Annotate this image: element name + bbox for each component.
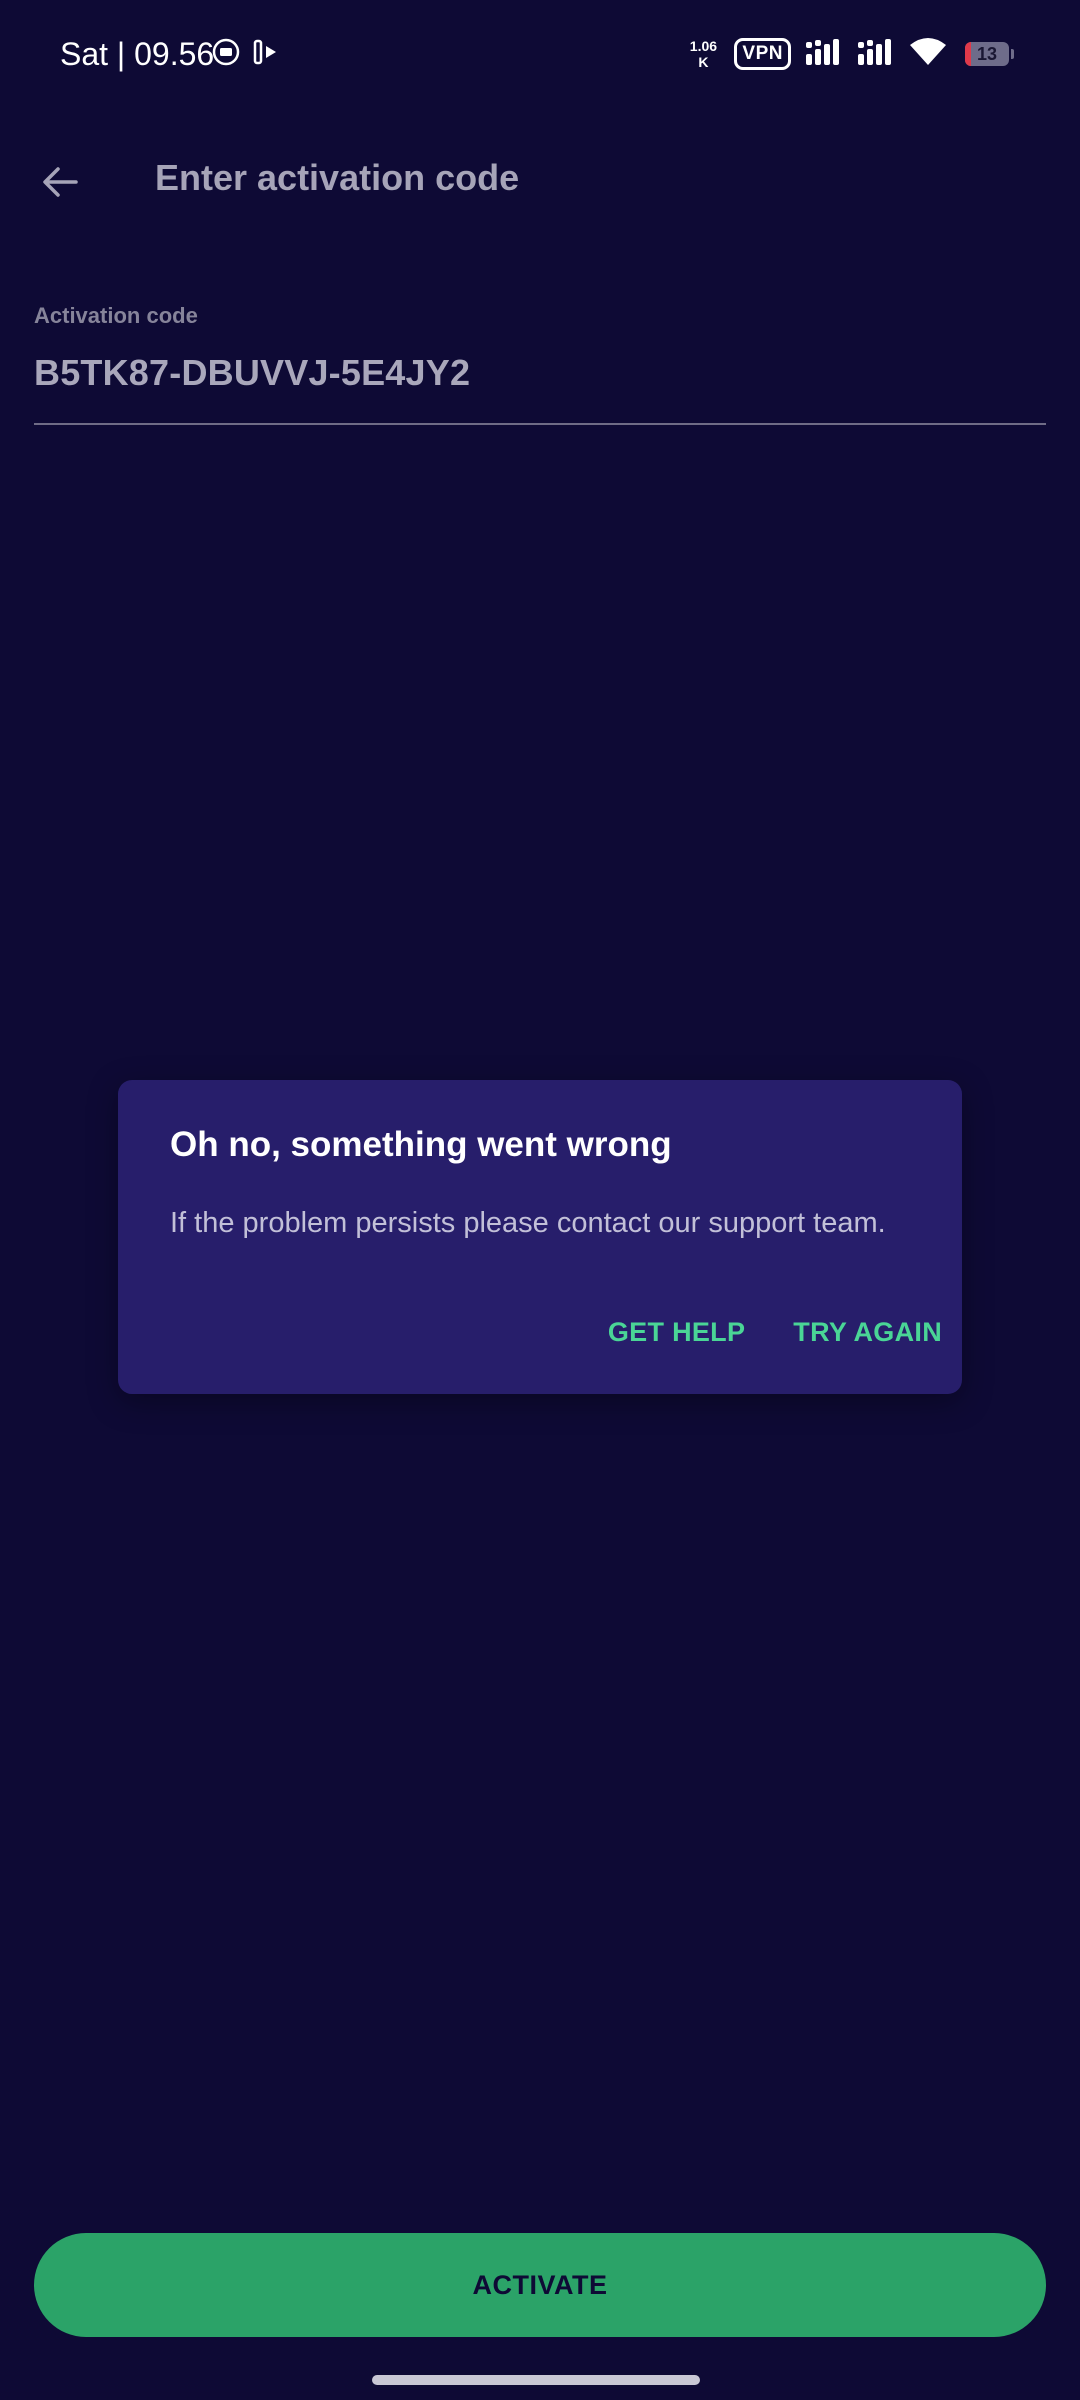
screen-record-icon xyxy=(212,38,240,71)
network-speed-value: 1.06 xyxy=(689,38,718,54)
dialog-message: If the problem persists please contact o… xyxy=(170,1207,886,1239)
wifi-icon xyxy=(909,37,947,72)
vpn-badge: VPN xyxy=(734,38,791,70)
activation-code-input[interactable]: B5TK87-DBUVVJ-5E4JY2 xyxy=(34,350,470,396)
home-indicator[interactable] xyxy=(372,2375,700,2385)
dialog-title: Oh no, something went wrong xyxy=(170,1125,672,1164)
network-speed: 1.06 K xyxy=(686,38,720,70)
status-right-icons: 1.06 K VPN 13 xyxy=(686,33,1014,75)
signal-icon xyxy=(857,38,895,71)
back-button[interactable] xyxy=(28,152,92,216)
try-again-button[interactable]: TRY AGAIN xyxy=(793,1312,942,1352)
activation-code-label: Activation code xyxy=(34,303,198,328)
activate-button[interactable]: ACTIVATE xyxy=(34,2233,1046,2337)
signal-icon xyxy=(805,38,843,71)
status-bar: Sat | 09.56 1.06 K VPN 13 xyxy=(0,0,1080,108)
get-help-button[interactable]: GET HELP xyxy=(608,1312,745,1352)
status-left-icons xyxy=(212,38,280,71)
network-speed-unit: K xyxy=(698,54,709,70)
error-dialog: Oh no, something went wrong If the probl… xyxy=(118,1080,962,1394)
cast-icon xyxy=(252,38,280,71)
battery-icon: 13 xyxy=(965,42,1009,66)
battery-tip xyxy=(1011,49,1014,59)
arrow-left-icon xyxy=(40,162,80,207)
activate-button-label: ACTIVATE xyxy=(472,2269,608,2300)
app-bar: Enter activation code xyxy=(0,108,1080,252)
page-title: Enter activation code xyxy=(155,157,520,198)
status-time: Sat | 09.56 xyxy=(60,36,215,72)
activation-code-field[interactable]: Activation code B5TK87-DBUVVJ-5E4JY2 xyxy=(34,296,1046,426)
battery-level: 13 xyxy=(976,44,998,64)
dialog-actions: GET HELP TRY AGAIN xyxy=(608,1312,942,1352)
field-underline xyxy=(34,423,1046,425)
